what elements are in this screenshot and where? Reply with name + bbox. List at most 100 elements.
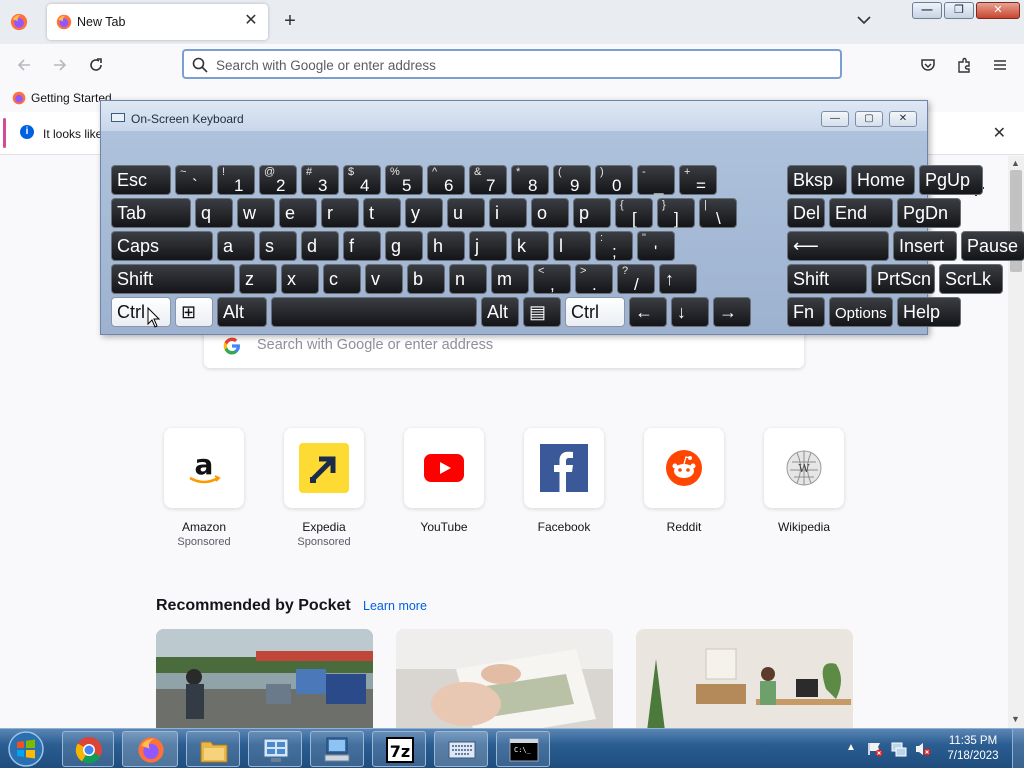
key-ctrl-right[interactable]: Ctrl — [565, 297, 625, 327]
key-pgup[interactable]: PgUp — [919, 165, 983, 195]
key-quote[interactable]: " ' — [637, 231, 675, 261]
volume-muted-icon[interactable] — [914, 741, 932, 757]
top-site-facebook[interactable]: Facebook — [520, 428, 608, 534]
forward-arrow-icon[interactable] — [51, 56, 69, 74]
taskbar-firefox[interactable] — [122, 731, 178, 767]
firefox-logo-icon[interactable] — [10, 13, 28, 31]
key-down[interactable]: ↓ — [671, 297, 709, 327]
top-site-expedia[interactable]: Expedia Sponsored — [280, 428, 368, 548]
back-arrow-icon[interactable] — [15, 56, 33, 74]
key-up[interactable]: ↑ — [659, 264, 697, 294]
top-site-amazon[interactable]: a Amazon Sponsored — [160, 428, 248, 548]
key-slash[interactable]: ? / — [617, 264, 655, 294]
pocket-card-image[interactable] — [396, 629, 613, 728]
key-8[interactable]: * 8 — [511, 165, 549, 195]
key-semicolon[interactable]: :; — [595, 231, 633, 261]
osk-titlebar[interactable]: On-Screen Keyboard — ▢ ✕ — [101, 101, 927, 131]
key-s[interactable]: s — [259, 231, 297, 261]
key-left[interactable]: ← — [629, 297, 667, 327]
taskbar-control-panel[interactable] — [248, 731, 302, 767]
key-3[interactable]: #3 — [301, 165, 339, 195]
top-site-wikipedia[interactable]: W Wikipedia — [760, 428, 848, 534]
key-t[interactable]: t — [363, 198, 401, 228]
osk-maximize-button[interactable]: ▢ — [855, 111, 883, 127]
extensions-icon[interactable] — [955, 56, 973, 74]
key-p[interactable]: p — [573, 198, 611, 228]
taskbar-on-screen-keyboard[interactable] — [434, 731, 488, 767]
key-l[interactable]: l — [553, 231, 591, 261]
show-desktop-button[interactable] — [1012, 729, 1024, 768]
key-q[interactable]: q — [195, 198, 233, 228]
key-options[interactable]: Options — [829, 297, 893, 327]
key-m[interactable]: m — [491, 264, 529, 294]
key-x[interactable]: x — [281, 264, 319, 294]
key-home[interactable]: Home — [851, 165, 915, 195]
key-shift-right[interactable]: Shift — [787, 264, 867, 294]
key-h[interactable]: h — [427, 231, 465, 261]
action-center-flag-icon[interactable] — [866, 741, 884, 757]
address-bar[interactable] — [182, 49, 842, 79]
key-z[interactable]: z — [239, 264, 277, 294]
key-7[interactable]: & 7 — [469, 165, 507, 195]
key-end[interactable]: End — [829, 198, 893, 228]
pocket-icon[interactable] — [919, 56, 937, 74]
key-a[interactable]: a — [217, 231, 255, 261]
pocket-card-image[interactable] — [156, 629, 373, 728]
key-9[interactable]: (9 — [553, 165, 591, 195]
key-u[interactable]: u — [447, 198, 485, 228]
key-0[interactable]: ) 0 — [595, 165, 633, 195]
key-pause[interactable]: Pause — [961, 231, 1024, 261]
scroll-up-icon[interactable]: ▲ — [1011, 158, 1020, 168]
show-hidden-icons-icon[interactable]: ▲ — [846, 742, 856, 753]
key-o[interactable]: o — [531, 198, 569, 228]
key-rbracket[interactable]: }] — [657, 198, 695, 228]
key-d[interactable]: d — [301, 231, 339, 261]
key-5[interactable]: % 5 — [385, 165, 423, 195]
key-shift-left[interactable]: Shift — [111, 264, 235, 294]
osk-close-button[interactable]: ✕ — [889, 111, 917, 127]
key-del[interactable]: Del — [787, 198, 825, 228]
key-insert[interactable]: Insert — [893, 231, 957, 261]
key-minus[interactable]: - _ — [637, 165, 675, 195]
key-alt-right[interactable]: Alt — [481, 297, 519, 327]
close-window-button[interactable]: ✕ — [976, 2, 1020, 19]
key-w[interactable]: w — [237, 198, 275, 228]
key-y[interactable]: y — [405, 198, 443, 228]
key-b[interactable]: b — [407, 264, 445, 294]
pocket-card-image[interactable] — [636, 629, 853, 728]
key-esc[interactable]: Esc — [111, 165, 171, 195]
network-icon[interactable] — [890, 741, 908, 757]
scroll-down-icon[interactable]: ▼ — [1011, 714, 1020, 724]
system-clock[interactable]: 11:35 PM 7/18/2023 — [942, 734, 1004, 764]
notification-close-icon[interactable]: ✕ — [993, 123, 1006, 143]
taskbar-file-explorer[interactable] — [186, 731, 240, 767]
key-fn[interactable]: Fn — [787, 297, 825, 327]
key-v[interactable]: v — [365, 264, 403, 294]
bookmark-getting-started[interactable]: Getting Started — [12, 91, 112, 105]
key-pgdn[interactable]: PgDn — [897, 198, 961, 228]
key-prtscn[interactable]: PrtScn — [871, 264, 935, 294]
key-equals[interactable]: + = — [679, 165, 717, 195]
key-1[interactable]: ! 1 — [217, 165, 255, 195]
key-lbracket[interactable]: {[ — [615, 198, 653, 228]
tab-close-icon[interactable]: ✕ — [242, 12, 260, 30]
key-c[interactable]: c — [323, 264, 361, 294]
key-space[interactable] — [271, 297, 477, 327]
menu-hamburger-icon[interactable] — [991, 56, 1009, 74]
restore-button[interactable]: ❐ — [944, 2, 974, 19]
key-alt-left[interactable]: Alt — [217, 297, 267, 327]
taskbar-7zip[interactable]: 7z — [372, 731, 426, 767]
key-period[interactable]: >. — [575, 264, 613, 294]
key-i[interactable]: i — [489, 198, 527, 228]
start-button-icon[interactable] — [4, 729, 48, 768]
tab-new-tab[interactable]: New Tab ✕ — [47, 4, 268, 40]
key-comma[interactable]: <, — [533, 264, 571, 294]
key-scrlk[interactable]: ScrLk — [939, 264, 1003, 294]
key-help[interactable]: Help — [897, 297, 961, 327]
key-ctrl-left[interactable]: Ctrl — [111, 297, 171, 327]
top-site-reddit[interactable]: Reddit — [640, 428, 728, 534]
key-2[interactable]: @2 — [259, 165, 297, 195]
pocket-learn-more-link[interactable]: Learn more — [363, 599, 427, 613]
key-backspace[interactable]: Bksp — [787, 165, 847, 195]
key-windows[interactable]: ⊞ — [175, 297, 213, 327]
